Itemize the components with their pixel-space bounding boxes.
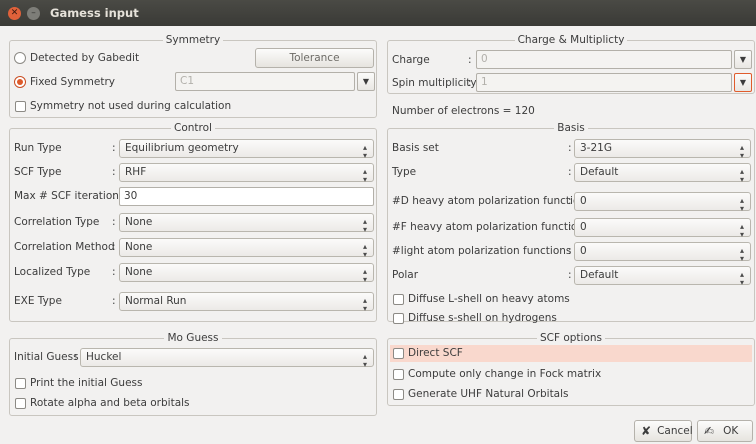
diffuse-s-checkbox[interactable]: [393, 313, 404, 324]
initial-guess-label: Initial Guess: [14, 351, 79, 363]
compute-fock-checkbox[interactable]: [393, 369, 404, 380]
charge-field[interactable]: 0: [476, 50, 732, 69]
basis-set-select[interactable]: 3-21G ▴ ▾: [574, 139, 751, 160]
f-heavy-label: #F heavy atom polarization functions: [392, 221, 590, 233]
charge-title: Charge & Multiplicty: [514, 34, 628, 46]
correlation-method-select[interactable]: None ▴ ▾: [119, 238, 374, 259]
d-heavy-select[interactable]: 0 ▴ ▾: [574, 192, 751, 213]
ok-label: OK: [723, 425, 739, 437]
cancel-icon: ✘: [641, 424, 652, 438]
light-atom-label: #light atom polarization functions: [392, 245, 572, 257]
exe-type-label: EXE Type: [14, 295, 62, 307]
diffuse-l-label: Diffuse L-shell on heavy atoms: [408, 293, 570, 305]
detected-radio[interactable]: [14, 52, 26, 64]
symmetry-not-used-label: Symmetry not used during calculation: [30, 100, 232, 112]
updown-icon: ▴ ▾: [739, 222, 744, 239]
fixed-symmetry-label: Fixed Symmetry: [30, 76, 115, 88]
basis-type-select[interactable]: Default ▴ ▾: [574, 163, 751, 184]
updown-icon: ▴ ▾: [739, 270, 744, 287]
polar-select[interactable]: Default ▴ ▾: [574, 266, 751, 287]
control-title: Control: [171, 122, 215, 134]
detected-label: Detected by Gabedit: [30, 52, 140, 64]
fixed-symmetry-field[interactable]: C1: [175, 72, 355, 91]
title-bar: ✕ – Gamess input: [0, 0, 756, 26]
direct-scf-checkbox[interactable]: [393, 348, 404, 359]
run-type-select[interactable]: Equilibrium geometry ▴ ▾: [119, 139, 374, 160]
initial-guess-select[interactable]: Huckel ▴ ▾: [80, 348, 374, 369]
symmetry-not-used-checkbox[interactable]: [15, 101, 26, 112]
updown-icon: ▴ ▾: [362, 242, 367, 259]
light-atom-select[interactable]: 0 ▴ ▾: [574, 242, 751, 263]
polar-label: Polar: [392, 269, 419, 281]
symmetry-title: Symmetry: [162, 34, 224, 46]
tolerance-button[interactable]: Tolerance: [255, 48, 374, 68]
updown-icon: ▴ ▾: [362, 167, 367, 184]
close-icon[interactable]: ✕: [8, 6, 21, 20]
charge-label: Charge: [392, 54, 430, 66]
updown-icon: ▴ ▾: [362, 352, 367, 369]
max-iterations-input[interactable]: 30: [119, 187, 374, 206]
cancel-button[interactable]: ✘ Cancel: [634, 420, 693, 442]
updown-icon: ▴ ▾: [362, 143, 367, 160]
fixed-symmetry-dropdown[interactable]: ▼: [357, 72, 375, 91]
f-heavy-select[interactable]: 0 ▴ ▾: [574, 218, 751, 239]
spin-multiplicity-dropdown[interactable]: ▼: [734, 73, 752, 92]
correlation-type-select[interactable]: None ▴ ▾: [119, 213, 374, 234]
uhf-natural-checkbox[interactable]: [393, 389, 404, 400]
mo-guess-title: Mo Guess: [164, 332, 222, 344]
run-type-label: Run Type: [14, 142, 62, 154]
spin-multiplicity-label: Spin multiplicity: [392, 77, 477, 89]
scf-type-select[interactable]: RHF ▴ ▾: [119, 163, 374, 184]
direct-scf-label: Direct SCF: [408, 347, 463, 359]
charge-dropdown[interactable]: ▼: [734, 50, 752, 69]
updown-icon: ▴ ▾: [362, 217, 367, 234]
compute-fock-label: Compute only change in Fock matrix: [408, 368, 602, 380]
updown-icon: ▴ ▾: [362, 296, 367, 313]
fixed-symmetry-radio[interactable]: [14, 76, 26, 88]
print-guess-checkbox[interactable]: [15, 378, 26, 389]
localized-type-select[interactable]: None ▴ ▾: [119, 263, 374, 284]
minimize-icon[interactable]: –: [27, 6, 40, 20]
diffuse-s-label: Diffuse s-shell on hydrogens: [408, 312, 557, 324]
basis-type-label: Type: [392, 166, 417, 178]
updown-icon: ▴ ▾: [739, 196, 744, 213]
basis-set-label: Basis set: [392, 142, 439, 154]
correlation-type-label: Correlation Type: [14, 216, 100, 228]
ok-button[interactable]: ✍ OK: [697, 420, 753, 442]
chevron-down-icon: ▼: [362, 77, 370, 86]
tolerance-label: Tolerance: [289, 52, 340, 64]
updown-icon: ▴ ▾: [362, 267, 367, 284]
ok-icon: ✍: [704, 424, 715, 438]
electrons-count: Number of electrons = 120: [392, 105, 535, 117]
updown-icon: ▴ ▾: [739, 246, 744, 263]
max-iterations-label: Max # SCF iterations: [14, 190, 125, 202]
window-title: Gamess input: [50, 6, 139, 20]
d-heavy-label: #D heavy atom polarization functions: [392, 195, 592, 207]
scf-type-label: SCF Type: [14, 166, 62, 178]
chevron-down-icon: ▼: [739, 55, 747, 64]
spin-multiplicity-field[interactable]: 1: [476, 73, 732, 92]
localized-type-label: Localized Type: [14, 266, 91, 278]
print-guess-label: Print the initial Guess: [30, 377, 143, 389]
scf-options-title: SCF options: [536, 332, 606, 344]
basis-title: Basis: [554, 122, 588, 134]
correlation-method-label: Correlation Method: [14, 241, 115, 253]
chevron-down-icon: ▼: [739, 78, 747, 87]
uhf-natural-label: Generate UHF Natural Orbitals: [408, 388, 569, 400]
updown-icon: ▴ ▾: [739, 143, 744, 160]
diffuse-l-checkbox[interactable]: [393, 294, 404, 305]
rotate-orbitals-checkbox[interactable]: [15, 398, 26, 409]
exe-type-select[interactable]: Normal Run ▴ ▾: [119, 292, 374, 313]
updown-icon: ▴ ▾: [739, 167, 744, 184]
rotate-orbitals-label: Rotate alpha and beta orbitals: [30, 397, 190, 409]
cancel-label: Cancel: [657, 425, 693, 437]
